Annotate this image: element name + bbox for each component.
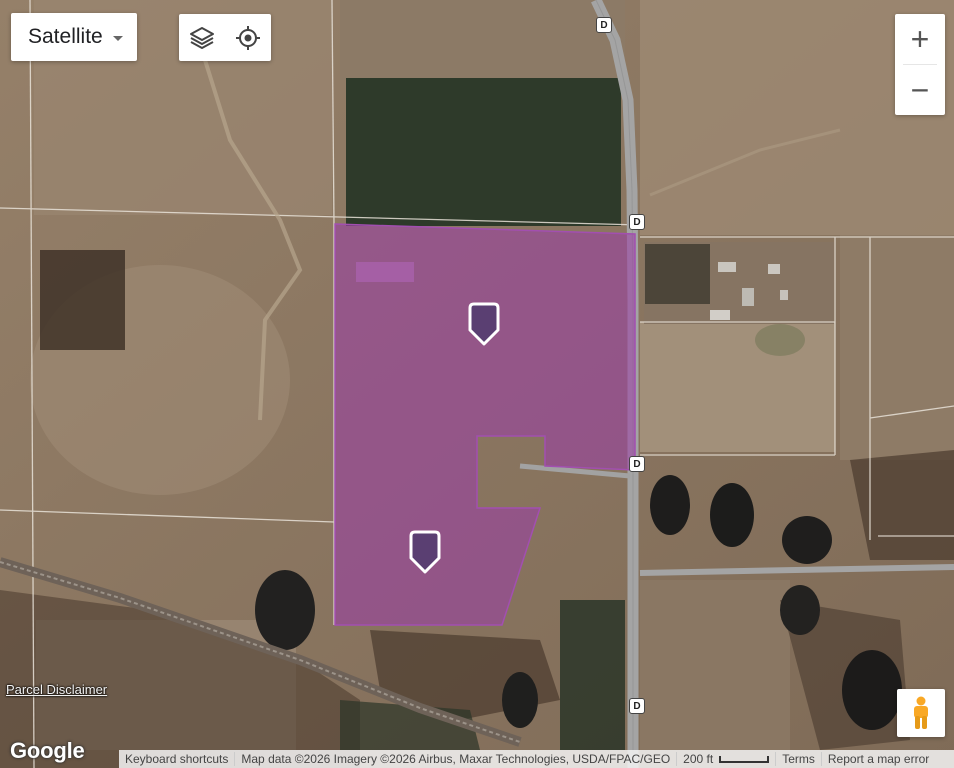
scale-bar	[719, 756, 770, 763]
map-type-label: Satellite	[28, 25, 103, 48]
map-data-attribution: Map data ©2026 Imagery ©2026 Airbus, Max…	[235, 752, 678, 766]
street-view-pegman-button[interactable]	[897, 689, 945, 737]
parcel-disclaimer-link[interactable]: Parcel Disclaimer	[6, 682, 107, 697]
map-tools	[179, 14, 271, 61]
layers-icon[interactable]	[186, 22, 218, 54]
scale-label: 200 ft	[683, 752, 714, 766]
report-map-error-link[interactable]: Report a map error	[822, 752, 935, 766]
zoom-in-button[interactable]: +	[895, 14, 945, 64]
zoom-out-button[interactable]: −	[895, 65, 945, 115]
parcel-marker[interactable]	[405, 528, 445, 576]
keyboard-shortcuts-link[interactable]: Keyboard shortcuts	[119, 752, 236, 766]
zoom-control: + −	[895, 14, 945, 115]
parcel-marker[interactable]	[464, 300, 504, 348]
route-d-shield: D	[629, 698, 645, 714]
route-d-shield: D	[629, 214, 645, 230]
pegman-icon	[914, 696, 928, 729]
route-d-shield: D	[629, 456, 645, 472]
map-type-dropdown[interactable]: Satellite	[11, 13, 137, 61]
route-d-shield: D	[596, 17, 612, 33]
satellite-imagery	[0, 0, 954, 768]
chevron-down-icon	[112, 35, 123, 41]
scale-indicator[interactable]: 200 ft	[677, 752, 777, 766]
target-icon[interactable]	[232, 22, 264, 54]
terms-link[interactable]: Terms	[776, 752, 822, 766]
google-logo: Google	[10, 738, 85, 763]
attribution-bar: Keyboard shortcuts Map data ©2026 Imager…	[119, 750, 954, 768]
satellite-map[interactable]: D D D D	[0, 0, 954, 768]
